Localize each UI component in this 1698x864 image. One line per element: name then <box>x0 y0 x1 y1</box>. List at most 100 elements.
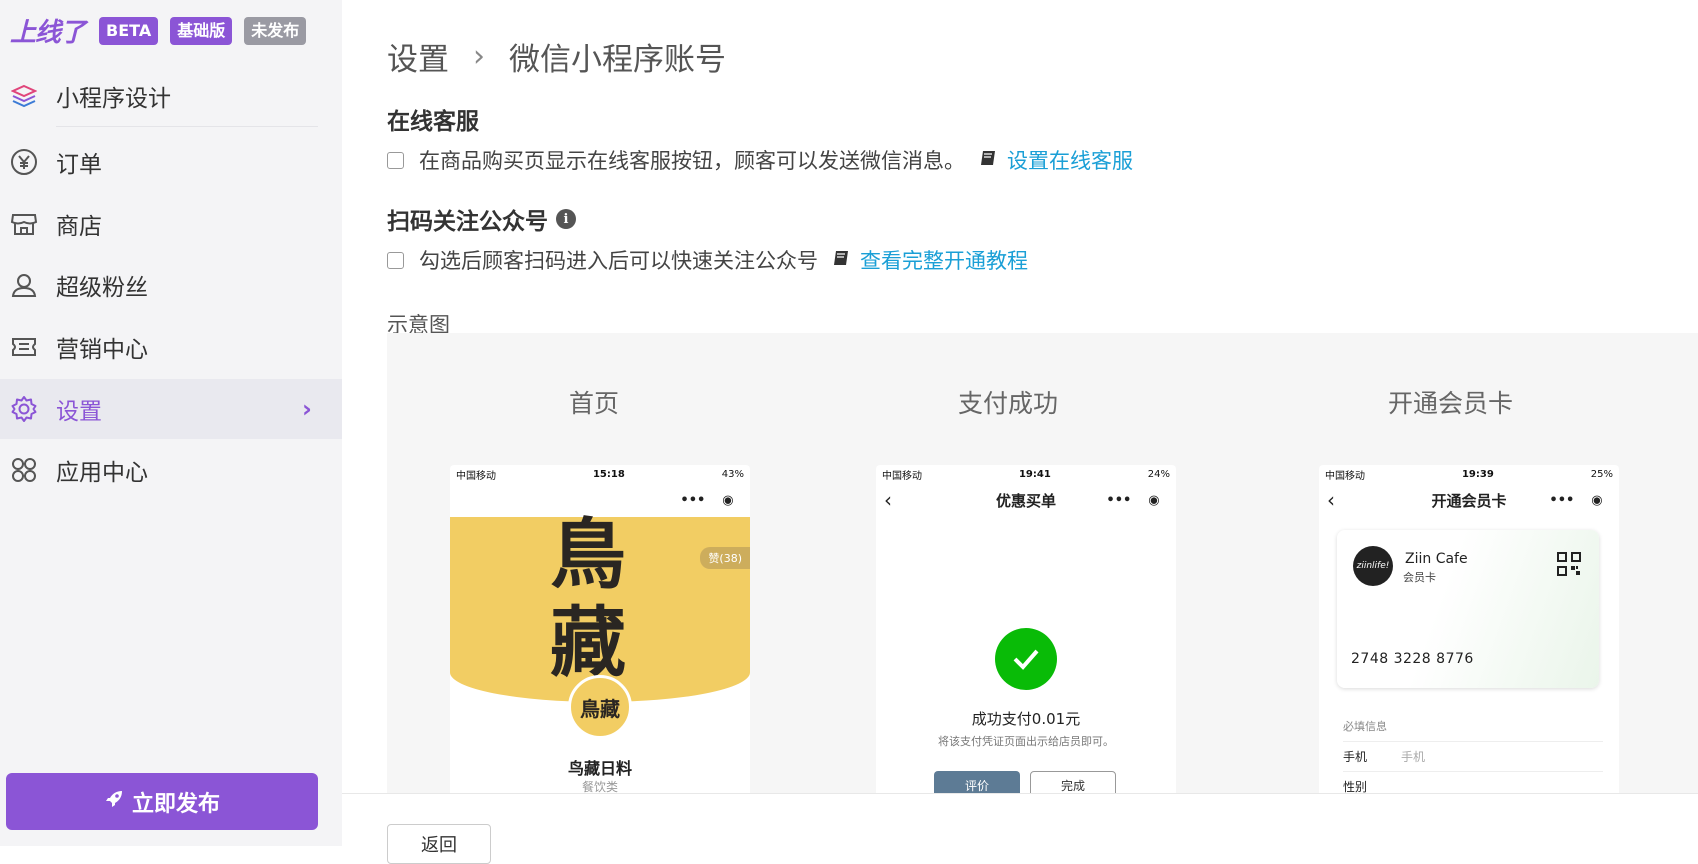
tutorial-link[interactable]: 查看完整开通教程 <box>860 245 1028 275</box>
section-title-text: 在线客服 <box>387 109 479 135</box>
sidebar: 上线了 BETA 基础版 未发布 小程序设计 订单 商店 超级粉丝 营销中心 设… <box>0 0 342 846</box>
like-chip: 赞(38) <box>700 547 750 569</box>
sidebar-item-store[interactable]: 商店 <box>0 194 342 254</box>
battery: 25% <box>1590 468 1613 480</box>
sidebar-item-label: 小程序设计 <box>56 86 171 112</box>
status-time: 19:39 <box>1461 468 1494 480</box>
phone-preview-payment: 中国移动 19:41 24% ‹ 优惠买单 ••• ◉ 成功支付0.01元 将该支… <box>876 465 1176 795</box>
carrier: 中国移动 <box>882 470 922 482</box>
option-text: 在商品购买页显示在线客服按钮，顾客可以发送微信消息。 <box>419 149 965 173</box>
field-placeholder: 手机 <box>1401 750 1426 764</box>
follow-account-title: 扫码关注公众号 i <box>387 202 576 236</box>
ticket-icon <box>9 332 39 362</box>
battery: 24% <box>1147 468 1170 480</box>
status-time: 19:41 <box>1018 468 1051 480</box>
target-icon: ◉ <box>1591 492 1603 508</box>
phone-header-title: 优惠买单 <box>995 491 1056 510</box>
rocket-icon <box>104 789 124 815</box>
banner-text: 鳥 <box>550 510 626 599</box>
carrier: 中国移动 <box>456 470 496 482</box>
more-icon: ••• <box>1549 492 1575 508</box>
card-type: 会员卡 <box>1403 571 1436 584</box>
gear-icon <box>9 394 39 424</box>
sidebar-item-label: 设置 <box>56 399 102 425</box>
more-icon: ••• <box>680 492 706 508</box>
sidebar-item-marketing[interactable]: 营销中心 <box>0 317 342 377</box>
sidebar-item-label: 超级粉丝 <box>56 275 148 301</box>
sidebar-item-orders[interactable]: 订单 <box>0 132 342 192</box>
shop-name: 鸟藏日料 <box>567 759 632 778</box>
capsule-menu: ••• ◉ <box>672 488 742 512</box>
online-service-title: 在线客服 <box>387 102 479 136</box>
payment-sub: 将该支付凭证页面出示给店员即可。 <box>938 735 1114 748</box>
done-button: 完成 <box>1030 771 1116 795</box>
screen-title-home: 首页 <box>569 389 620 418</box>
chevron-right-icon: › <box>302 395 312 423</box>
capsule-menu: ••• ◉ <box>1541 488 1611 512</box>
store-icon <box>9 209 39 239</box>
sidebar-item-app-center[interactable]: 应用中心 <box>0 440 342 500</box>
info-icon[interactable]: i <box>556 209 576 229</box>
shop-avatar: 鳥藏 <box>568 675 632 739</box>
status-bar: 中国移动 19:41 24% <box>876 465 1176 483</box>
status-bar: 中国移动 15:18 43% <box>450 465 750 483</box>
form-row-phone: 手机 手机 <box>1343 741 1603 771</box>
banner-text: 藏 <box>550 598 626 687</box>
brand: 上线了 BETA 基础版 未发布 <box>10 12 318 49</box>
screen-title-member-card: 开通会员卡 <box>1388 389 1514 418</box>
phone-header: ‹ 开通会员卡 ••• ◉ <box>1319 483 1619 517</box>
card-name: Ziin Cafe <box>1405 551 1468 567</box>
back-button[interactable]: 返回 <box>387 824 491 864</box>
breadcrumb-parent[interactable]: 设置 <box>387 34 449 79</box>
phone-header: ‹ 优惠买单 ••• ◉ <box>876 483 1176 517</box>
target-icon: ◉ <box>1148 492 1160 508</box>
field-label: 手机 <box>1343 750 1368 764</box>
follow-account-option: 勾选后顾客扫码进入后可以快速关注公众号 查看完整开通教程 <box>387 245 1028 275</box>
section-title-text: 扫码关注公众号 <box>387 209 548 235</box>
qr-code-icon <box>1557 552 1581 576</box>
screen-title-payment: 支付成功 <box>958 389 1059 418</box>
book-icon <box>979 149 997 172</box>
phone-preview-home: 中国移动 15:18 43% ••• ◉ 鳥 藏 赞(38) 鳥藏 鸟藏日料 餐饮… <box>450 465 750 795</box>
option-text: 勾选后顾客扫码进入后可以快速关注公众号 <box>419 249 818 273</box>
breadcrumb: 设置 › 微信小程序账号 <box>387 34 726 79</box>
page-title: 微信小程序账号 <box>509 42 726 78</box>
required-info-label: 必填信息 <box>1343 720 1387 733</box>
publish-button[interactable]: 立即发布 <box>6 773 318 830</box>
publish-label: 立即发布 <box>131 791 220 817</box>
capsule-menu: ••• ◉ <box>1098 488 1168 512</box>
phone-header-title: 开通会员卡 <box>1431 491 1507 510</box>
yen-circle-icon <box>9 147 39 177</box>
card-logo: ziinlife! <box>1353 546 1393 586</box>
back-icon: ‹ <box>1327 488 1335 512</box>
sidebar-item-super-fans[interactable]: 超级粉丝 <box>0 255 342 315</box>
battery: 43% <box>721 468 744 480</box>
beta-badge: BETA <box>99 16 159 45</box>
apps-icon <box>9 455 39 485</box>
status-bar: 中国移动 19:39 25% <box>1319 465 1619 483</box>
carrier: 中国移动 <box>1325 470 1365 482</box>
more-icon: ••• <box>1106 492 1132 508</box>
rate-button: 评价 <box>934 771 1020 795</box>
sidebar-item-label: 应用中心 <box>56 460 148 486</box>
card-number: 2748 3228 8776 <box>1351 651 1474 667</box>
follow-account-checkbox[interactable] <box>387 251 404 269</box>
chevron-right-icon: › <box>473 39 485 74</box>
logo[interactable]: 上线了 <box>10 12 86 49</box>
sidebar-item-label: 营销中心 <box>56 337 148 363</box>
online-service-checkbox[interactable] <box>387 151 404 169</box>
divider <box>56 126 318 127</box>
status-time: 15:18 <box>592 468 625 480</box>
book-icon <box>832 249 850 272</box>
sidebar-item-design[interactable]: 小程序设计 <box>0 70 342 122</box>
online-service-option: 在商品购买页显示在线客服按钮，顾客可以发送微信消息。 设置在线客服 <box>387 145 1133 175</box>
sidebar-item-settings[interactable]: 设置 › <box>0 379 342 439</box>
plan-badge: 基础版 <box>170 16 233 45</box>
setup-online-service-link[interactable]: 设置在线客服 <box>1007 145 1133 175</box>
payment-message: 成功支付0.01元 <box>971 710 1081 728</box>
sidebar-item-label: 商店 <box>56 214 102 240</box>
footer-bar <box>342 793 1698 846</box>
checkmark-icon <box>995 628 1057 690</box>
layers-icon <box>9 81 39 111</box>
phone-preview-member-card: 中国移动 19:39 25% ‹ 开通会员卡 ••• ◉ ziinlife! Zi… <box>1319 465 1619 795</box>
